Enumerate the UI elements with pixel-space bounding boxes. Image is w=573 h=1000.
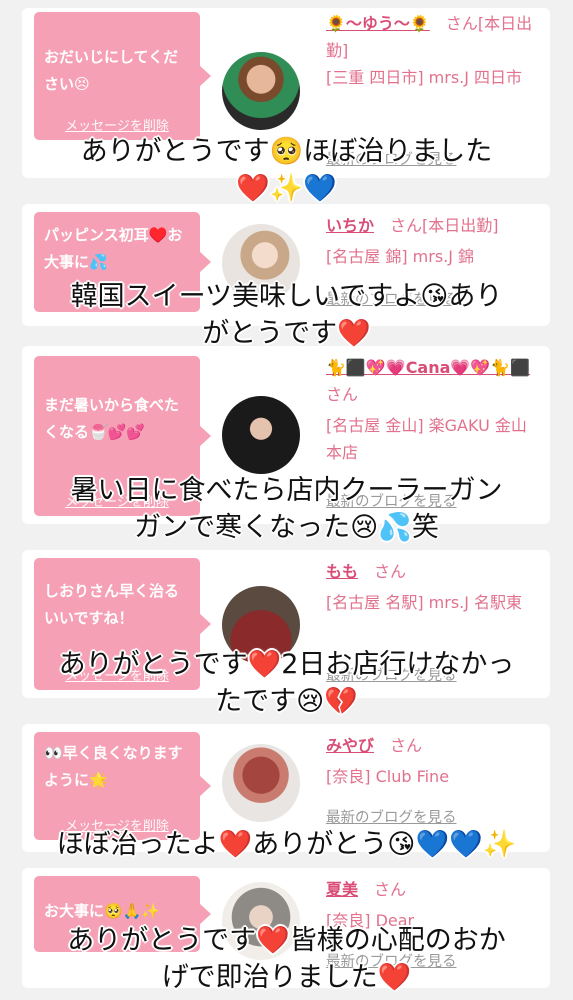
shop-label: [名古屋 金山] 楽GAKU 金山本店 — [326, 416, 527, 462]
sender-name[interactable]: 🌻〜ゆう〜🌻 — [326, 14, 430, 33]
caption-overlay: 暑い日に食べたら店内クーラーガン ガンで寒くなった😢💦笑 — [0, 472, 573, 546]
sender-status: さん — [374, 880, 407, 899]
sender-status: さん[本日出勤] — [390, 216, 499, 235]
caption-line: ありがとうです❤️2日お店行けなかっ — [58, 649, 515, 680]
sender-name[interactable]: みやび — [326, 736, 374, 755]
delete-message-link[interactable]: メッセージを削除 — [34, 115, 200, 134]
caption-overlay: ほぼ治ったよ❤️ありがとう😘💙💙✨ — [0, 826, 573, 863]
message-bubble: おだいじにしてください😣 メッセージを削除 — [34, 12, 211, 140]
message-text: 👀早く良くなりますように🌟 — [44, 744, 183, 789]
caption-line: ありがとうです🥺ほぼ治りました — [80, 136, 493, 167]
caption-line: げで即治りました❤️ — [161, 962, 412, 993]
caption-line: ❤️✨💙 — [236, 173, 337, 204]
message-text: パッピンス初耳♥️お大事に💦 — [44, 226, 183, 271]
sender-name[interactable]: いちか — [326, 216, 374, 235]
caption-line: ほぼ治ったよ❤️ありがとう😘💙💙✨ — [56, 829, 517, 860]
shop-label: [名古屋 名駅] mrs.J 名駅東 — [326, 593, 523, 612]
sender-name[interactable]: 🐈⬛💖💗Cana💗💖🐈⬛ — [326, 358, 530, 377]
avatar[interactable] — [222, 396, 300, 474]
sender-name[interactable]: もも — [326, 562, 358, 581]
caption-line: ガンで寒くなった😢💦笑 — [134, 512, 439, 543]
caption-line: がとうです❤️ — [202, 318, 371, 349]
latest-blog-link[interactable]: 最新のブログを見る — [326, 806, 457, 827]
sender-status: さん — [390, 736, 423, 755]
message-text: まだ暑いから食べたくなる🍧💕💕 — [44, 396, 180, 441]
caption-overlay: ありがとうです❤️2日お店行けなかっ たです😢💔 — [0, 646, 573, 720]
caption-line: 韓国スイーツ美味しいですよ😘あり — [70, 281, 503, 312]
caption-overlay: ありがとうです🥺ほぼ治りました ❤️✨💙 — [0, 133, 573, 207]
sender-name[interactable]: 夏美 — [326, 880, 358, 899]
caption-line: ありがとうです❤️皆様の心配のおか — [67, 925, 506, 956]
message-text: お大事に🥺🙏✨ — [44, 902, 161, 920]
message-text: しおりさん早く治るいいですね！ — [44, 582, 180, 627]
avatar[interactable] — [222, 52, 300, 130]
caption-overlay: ありがとうです❤️皆様の心配のおか げで即治りました❤️ — [0, 922, 573, 996]
shop-label: [奈良] Club Fine — [326, 767, 450, 786]
caption-line: たです😢💔 — [215, 686, 358, 717]
shop-label: [名古屋 錦] mrs.J 錦 — [326, 247, 475, 266]
caption-overlay: 韓国スイーツ美味しいですよ😘あり がとうです❤️ — [0, 278, 573, 352]
sender-status: さん — [374, 562, 407, 581]
sender-status: さん — [326, 385, 359, 404]
caption-line: 暑い日に食べたら店内クーラーガン — [70, 475, 503, 506]
message-bubble: 👀早く良くなりますように🌟 メッセージを削除 — [34, 732, 211, 840]
avatar[interactable] — [222, 744, 300, 822]
shop-label: [三重 四日市] mrs.J 四日市 — [326, 68, 523, 87]
message-text: おだいじにしてください😣 — [44, 48, 179, 93]
